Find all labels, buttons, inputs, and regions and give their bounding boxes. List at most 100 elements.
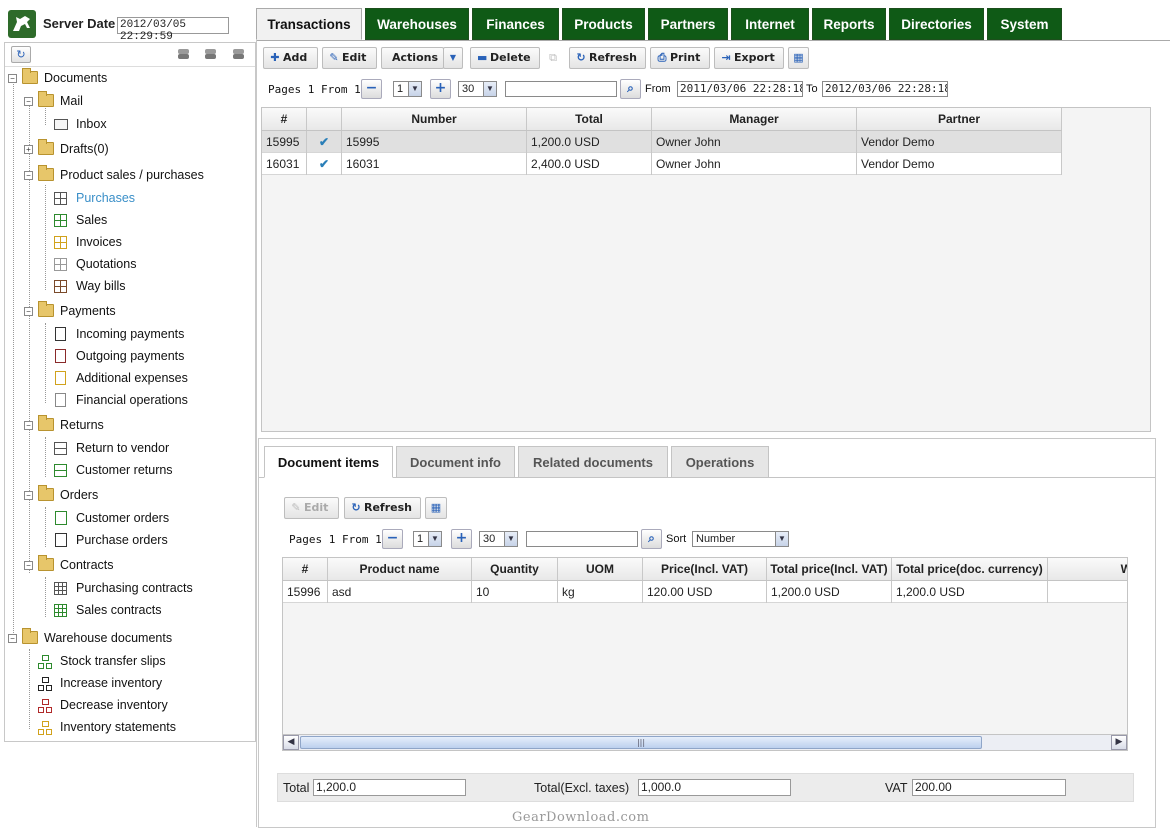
- scroll-right-icon[interactable]: ▶: [1111, 735, 1127, 750]
- items-next-page-button[interactable]: +: [451, 529, 472, 549]
- tab-reports[interactable]: Reports: [812, 8, 886, 40]
- collapse-toggle-icon[interactable]: −: [24, 561, 33, 570]
- to-date-input[interactable]: 2012/03/06 22:28:18: [822, 81, 948, 97]
- expand-all-icon[interactable]: [231, 48, 246, 60]
- tree-item-purchasing-contracts[interactable]: Purchasing contracts: [5, 578, 255, 598]
- columns-button[interactable]: ▦: [788, 47, 809, 69]
- collapse-toggle-icon[interactable]: −: [8, 74, 17, 83]
- delete-button[interactable]: ▬ Delete: [470, 47, 540, 69]
- add-button[interactable]: ✚ Add: [263, 47, 318, 69]
- tab-document-info[interactable]: Document info: [396, 446, 515, 478]
- scrollbar-thumb[interactable]: |||: [300, 736, 982, 749]
- column-header-partner[interactable]: Partner: [857, 108, 1062, 130]
- next-page-button[interactable]: +: [430, 79, 451, 99]
- tab-operations[interactable]: Operations: [671, 446, 769, 478]
- tree-item-payments[interactable]: − Payments: [5, 301, 255, 321]
- vat-field[interactable]: 200.00: [912, 779, 1066, 796]
- tree-item-increase-inventory[interactable]: Increase inventory: [5, 673, 255, 693]
- tree-item-returns[interactable]: − Returns: [5, 415, 255, 435]
- tree-item-contracts[interactable]: − Contracts: [5, 555, 255, 575]
- tab-directories[interactable]: Directories: [889, 8, 984, 40]
- column-header-id[interactable]: #: [283, 558, 328, 580]
- page-size-select[interactable]: 30 ▼: [458, 81, 497, 97]
- tab-document-items[interactable]: Document items: [264, 446, 393, 478]
- table-row[interactable]: 15996 asd 10 kg 120.00 USD 1,200.0 USD 1…: [283, 581, 1127, 603]
- tree-item-purchases[interactable]: Purchases: [5, 188, 255, 208]
- actions-dropdown-button[interactable]: ▼: [443, 47, 463, 69]
- edit-button[interactable]: ✎ Edit: [322, 47, 377, 69]
- tree-item-decrease-inventory[interactable]: Decrease inventory: [5, 695, 255, 715]
- total-excl-taxes-field[interactable]: 1,000.0: [638, 779, 791, 796]
- tree-item-drafts[interactable]: + Drafts(0): [5, 139, 255, 159]
- tree-item-sales[interactable]: Sales: [5, 210, 255, 230]
- tab-partners[interactable]: Partners: [648, 8, 728, 40]
- tab-system[interactable]: System: [987, 8, 1062, 40]
- tree-item-way-bills[interactable]: Way bills: [5, 276, 255, 296]
- tree-item-financial-operations[interactable]: Financial operations: [5, 390, 255, 410]
- tree-item-incoming-payments[interactable]: Incoming payments: [5, 324, 255, 344]
- tab-finances[interactable]: Finances: [472, 8, 559, 40]
- tree-item-return-to-vendor[interactable]: Return to vendor: [5, 438, 255, 458]
- tab-products[interactable]: Products: [562, 8, 645, 40]
- sort-select[interactable]: Number ▼: [692, 531, 789, 547]
- column-header-status[interactable]: [307, 108, 342, 130]
- prev-page-button[interactable]: −: [361, 79, 382, 99]
- column-header-product-name[interactable]: Product name: [328, 558, 472, 580]
- collapse-toggle-icon[interactable]: −: [24, 491, 33, 500]
- tree-item-invoices[interactable]: Invoices: [5, 232, 255, 252]
- column-header-quantity[interactable]: Quantity: [472, 558, 558, 580]
- search-button[interactable]: ⌕: [620, 79, 641, 99]
- tree-item-product-sales-purchases[interactable]: − Product sales / purchases: [5, 165, 255, 185]
- tree-refresh-button[interactable]: ↻: [11, 46, 31, 63]
- expand-toggle-icon[interactable]: +: [24, 145, 33, 154]
- tree-item-customer-orders[interactable]: Customer orders: [5, 508, 255, 528]
- items-page-select[interactable]: 1 ▼: [413, 531, 442, 547]
- search-input[interactable]: [505, 81, 617, 97]
- items-search-button[interactable]: ⌕: [641, 529, 662, 549]
- tab-internet[interactable]: Internet: [731, 8, 809, 40]
- tree-item-orders[interactable]: − Orders: [5, 485, 255, 505]
- column-header-total-price[interactable]: Total price(Incl. VAT): [767, 558, 892, 580]
- collapse-toggle-icon[interactable]: −: [24, 307, 33, 316]
- column-header-total-doc-currency[interactable]: Total price(doc. currency): [892, 558, 1048, 580]
- tree-item-documents[interactable]: − Documents: [5, 68, 255, 88]
- collapse-toggle-icon[interactable]: −: [24, 421, 33, 430]
- expand-icon[interactable]: [203, 48, 218, 60]
- table-row[interactable]: 15995 ✔ 15995 1,200.0 USD Owner John Ven…: [262, 131, 1062, 153]
- tree-item-inventory-statements[interactable]: Inventory statements: [5, 717, 255, 737]
- column-header-manager[interactable]: Manager: [652, 108, 857, 130]
- tree-item-warehouse-documents[interactable]: − Warehouse documents: [5, 628, 255, 648]
- tree-item-additional-expenses[interactable]: Additional expenses: [5, 368, 255, 388]
- item-refresh-button[interactable]: ↻ Refresh: [344, 497, 421, 519]
- copy-icon[interactable]: ⧉: [546, 51, 560, 65]
- total-field[interactable]: 1,200.0: [313, 779, 466, 796]
- items-page-size-select[interactable]: 30 ▼: [479, 531, 518, 547]
- tree-item-customer-returns[interactable]: Customer returns: [5, 460, 255, 480]
- tree-item-inbox[interactable]: Inbox: [5, 114, 255, 134]
- tree-item-outgoing-payments[interactable]: Outgoing payments: [5, 346, 255, 366]
- column-header-number[interactable]: Number: [342, 108, 527, 130]
- from-date-input[interactable]: 2011/03/06 22:28:18: [677, 81, 803, 97]
- tab-related-documents[interactable]: Related documents: [518, 446, 668, 478]
- page-select[interactable]: 1 ▼: [393, 81, 422, 97]
- collapse-toggle-icon[interactable]: −: [8, 634, 17, 643]
- item-edit-button[interactable]: ✎ Edit: [284, 497, 339, 519]
- tree-item-sales-contracts[interactable]: Sales contracts: [5, 600, 255, 620]
- column-header-price[interactable]: Price(Incl. VAT): [643, 558, 767, 580]
- export-button[interactable]: ⇥ Export: [714, 47, 784, 69]
- items-search-input[interactable]: [526, 531, 638, 547]
- scroll-left-icon[interactable]: ◀: [283, 735, 299, 750]
- table-row[interactable]: 16031 ✔ 16031 2,400.0 USD Owner John Ven…: [262, 153, 1062, 175]
- collapse-toggle-icon[interactable]: −: [24, 171, 33, 180]
- tree-item-purchase-orders[interactable]: Purchase orders: [5, 530, 255, 550]
- tab-warehouses[interactable]: Warehouses: [365, 8, 469, 40]
- tree-item-mail[interactable]: − Mail: [5, 91, 255, 111]
- collapse-icon[interactable]: [176, 48, 191, 60]
- horizontal-scrollbar[interactable]: ◀ ||| ▶: [283, 734, 1127, 750]
- column-header-uom[interactable]: UOM: [558, 558, 643, 580]
- print-button[interactable]: ⎙ Print: [650, 47, 710, 69]
- refresh-button[interactable]: ↻ Refresh: [569, 47, 646, 69]
- column-header-id[interactable]: #: [262, 108, 307, 130]
- tab-transactions[interactable]: Transactions: [256, 8, 362, 40]
- collapse-toggle-icon[interactable]: −: [24, 97, 33, 106]
